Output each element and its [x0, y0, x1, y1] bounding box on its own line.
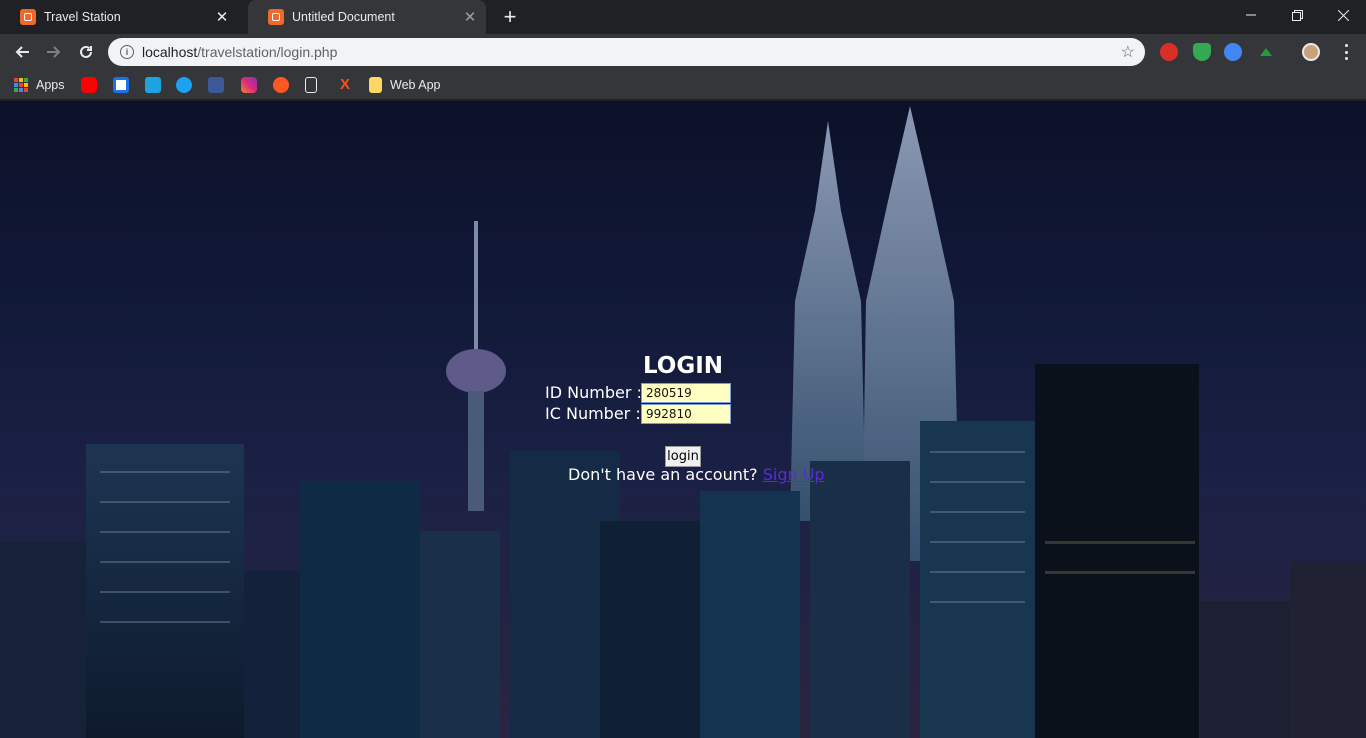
- instagram-icon: [241, 77, 257, 93]
- address-bar[interactable]: i localhost/travelstation/login.php ☆: [108, 38, 1145, 66]
- apps-grid-icon: [14, 78, 28, 92]
- login-form: LOGIN ID Number : IC Number : login Don'…: [0, 101, 1366, 738]
- reload-icon: [80, 45, 92, 58]
- page-title: LOGIN: [642, 353, 724, 379]
- back-button[interactable]: [8, 38, 36, 66]
- close-icon[interactable]: ✕: [212, 7, 232, 27]
- bookmark-instagram[interactable]: [241, 76, 257, 94]
- facebook-icon: [208, 77, 224, 93]
- id-number-field[interactable]: [641, 383, 731, 403]
- globe-extension-icon[interactable]: [1224, 43, 1242, 61]
- shield-extension-icon[interactable]: [1193, 43, 1211, 61]
- bookmark-star-icon[interactable]: ☆: [1121, 42, 1135, 62]
- folder-icon: [369, 77, 382, 93]
- x-icon: X: [339, 76, 350, 93]
- xampp-icon: [20, 9, 36, 25]
- play-icon: [273, 77, 289, 93]
- bookmark-video[interactable]: [273, 76, 289, 94]
- tab-travel-station[interactable]: Travel Station ✕: [0, 0, 238, 34]
- bookmark-facebook[interactable]: [208, 76, 224, 94]
- xampp-icon: [268, 9, 284, 25]
- url-path: /travelstation/login.php: [197, 44, 338, 60]
- restore-button[interactable]: [1274, 0, 1320, 30]
- tab-title: Untitled Document: [292, 10, 395, 24]
- minimize-icon: [1246, 14, 1256, 16]
- classroom-icon: [113, 77, 129, 93]
- bookmark-classroom[interactable]: [113, 76, 129, 94]
- bookmark-web-app[interactable]: Web App: [369, 76, 441, 94]
- back-arrow-icon: [15, 46, 29, 58]
- url-host: localhost: [142, 44, 198, 60]
- bookmarks-bar: Apps X Web App: [0, 70, 1366, 100]
- leaf-extension-icon[interactable]: [1257, 43, 1275, 61]
- avatar[interactable]: [1302, 43, 1320, 61]
- login-button[interactable]: login: [665, 446, 701, 467]
- close-icon: [1337, 9, 1349, 21]
- signup-link[interactable]: Sign Up: [763, 465, 825, 484]
- bookmark-x[interactable]: X: [337, 76, 353, 94]
- tab-untitled-document[interactable]: Untitled Document ✕: [248, 0, 486, 34]
- tab-title: Travel Station: [44, 10, 121, 24]
- new-tab-button[interactable]: +: [498, 4, 522, 29]
- bookmark-twitter[interactable]: [176, 76, 192, 94]
- minimize-button[interactable]: [1228, 0, 1274, 30]
- signup-prompt-text: Don't have an account?: [568, 465, 758, 484]
- ic-number-label: IC Number :: [545, 404, 641, 423]
- menu-kebab-icon[interactable]: [1338, 42, 1354, 62]
- youtube-icon: [81, 77, 97, 93]
- info-icon[interactable]: i: [120, 45, 134, 59]
- page-icon: [305, 77, 317, 93]
- restore-icon: [1291, 9, 1303, 21]
- bookmark-youtube[interactable]: [81, 76, 97, 94]
- id-number-label: ID Number :: [545, 383, 642, 402]
- browser-toolbar: i localhost/travelstation/login.php ☆: [0, 34, 1366, 70]
- reload-button[interactable]: [72, 38, 100, 66]
- twitter-icon: [176, 77, 192, 93]
- tab-strip: Travel Station ✕ Untitled Document ✕ +: [0, 0, 1366, 34]
- adblock-extension-icon[interactable]: [1160, 43, 1178, 61]
- bookmark-label: Apps: [36, 78, 65, 92]
- bookmark-page[interactable]: [305, 76, 317, 94]
- url-text: localhost/travelstation/login.php: [142, 44, 337, 60]
- ic-number-field[interactable]: [641, 404, 731, 424]
- bookmark-label: Web App: [390, 78, 441, 92]
- signup-prompt: Don't have an account? Sign Up: [568, 465, 825, 484]
- drive-icon: [145, 77, 161, 93]
- page-viewport: LOGIN ID Number : IC Number : login Don'…: [0, 101, 1366, 738]
- bookmark-apps[interactable]: Apps: [14, 76, 65, 94]
- close-icon[interactable]: ✕: [460, 7, 480, 27]
- forward-button[interactable]: [40, 38, 68, 66]
- bookmark-drive[interactable]: [145, 76, 161, 94]
- forward-arrow-icon: [47, 46, 61, 58]
- window-close-button[interactable]: [1320, 0, 1366, 30]
